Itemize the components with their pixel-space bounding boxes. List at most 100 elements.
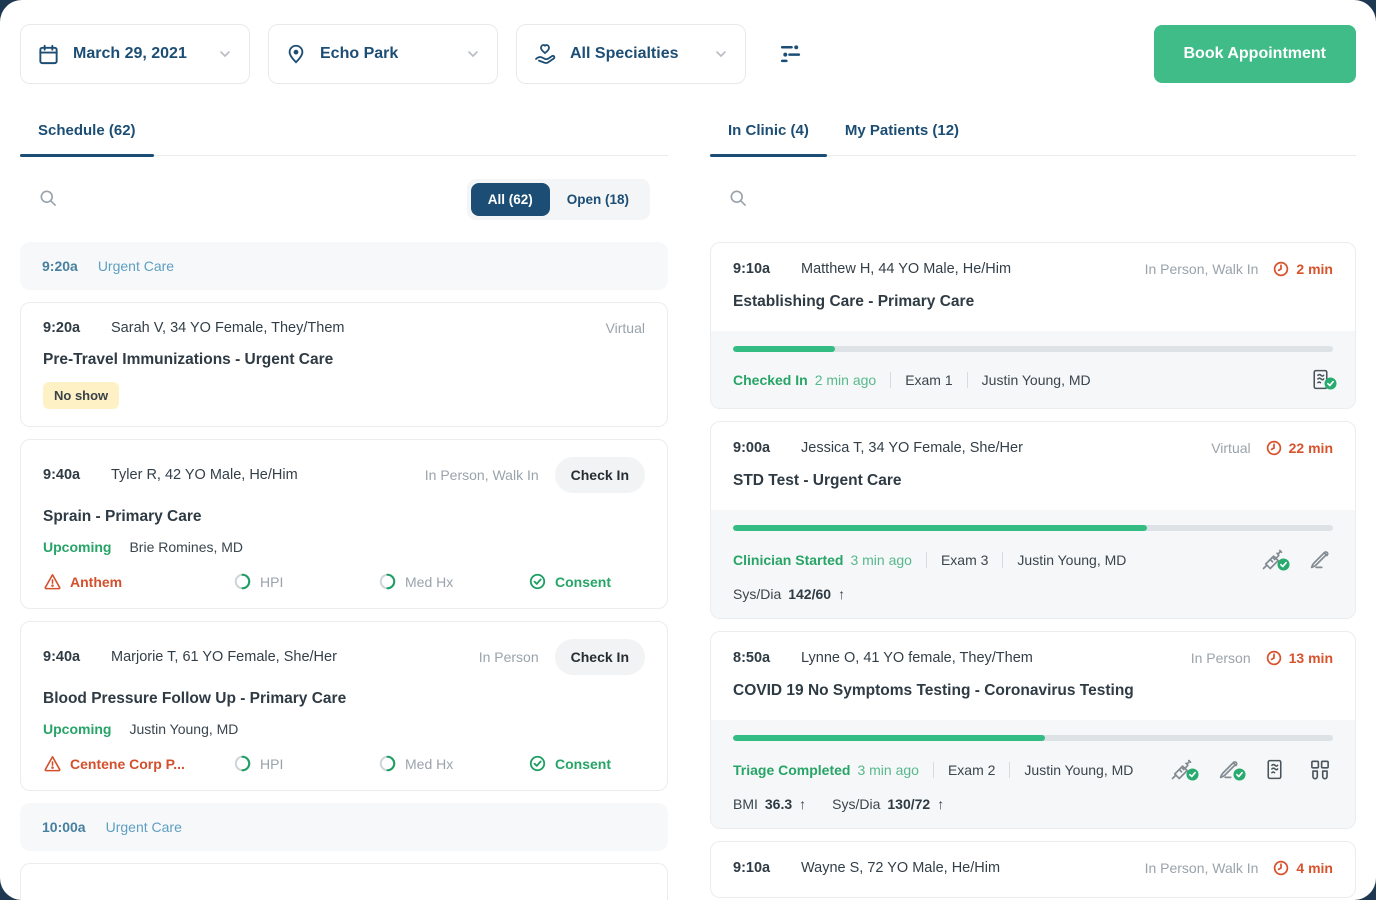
in-clinic-card-header: 9:10aWayne S, 72 YO Male, He/HimIn Perso… (711, 842, 1355, 897)
appointment-card[interactable]: 9:20aSarah V, 34 YO Female, They/ThemVir… (20, 302, 668, 427)
patient-name: Wayne S, 72 YO Male, He/Him (801, 860, 1000, 876)
section-time: 10:00a (42, 819, 86, 835)
checklist-item-label: Consent (555, 756, 611, 772)
checklist-item-label: HPI (260, 574, 283, 590)
vitals-row: Sys/Dia142/60↑ (733, 586, 1333, 602)
form-check-icon[interactable] (1308, 367, 1333, 392)
toggle-all[interactable]: All (62) (471, 183, 550, 216)
schedule-filter-toggle: All (62) Open (18) (467, 179, 650, 220)
section-service-link[interactable]: Urgent Care (98, 258, 174, 274)
specialty-picker[interactable]: All Specialties (516, 24, 746, 84)
in-clinic-card[interactable]: 8:50aLynne O, 41 YO female, They/ThemIn … (710, 631, 1356, 829)
appointment-card-header: 9:40aTyler R, 42 YO Male, He/HimIn Perso… (43, 457, 645, 493)
tab-schedule[interactable]: Schedule (62) (20, 112, 154, 155)
appointment-title: COVID 19 No Symptoms Testing - Coronavir… (733, 682, 1333, 700)
in-clinic-card[interactable]: 9:10aWayne S, 72 YO Male, He/HimIn Perso… (710, 841, 1356, 898)
syringe-check-icon[interactable] (1259, 546, 1286, 573)
vital-sys-dia: Sys/Dia130/72↑ (832, 796, 944, 812)
checklist-item-hpi: HPI (233, 754, 378, 773)
date-picker[interactable]: March 29, 2021 (20, 24, 250, 84)
pen-check-icon[interactable] (1215, 756, 1242, 783)
clock-icon (1272, 260, 1290, 278)
patient-name: Lynne O, 41 YO female, They/Them (801, 650, 1033, 666)
check-badge-icon (1277, 558, 1290, 576)
exam-room-label: Exam 1 (905, 372, 952, 388)
check-badge-icon (1233, 768, 1246, 786)
checklist-item-hpi: HPI (233, 572, 378, 591)
appointment-title: Pre-Travel Immunizations - Urgent Care (43, 351, 645, 369)
clinic-search-row (710, 156, 1356, 222)
search-button[interactable] (38, 188, 58, 211)
visit-mode-label: Virtual (1211, 440, 1250, 456)
check-in-button[interactable]: Check In (555, 457, 645, 493)
patient-name: Marjorie T, 61 YO Female, She/Her (111, 649, 337, 665)
location-picker-value: Echo Park (320, 45, 465, 63)
in-clinic-panel: In Clinic (4)My Patients (12) 9:10aMatth… (710, 112, 1356, 900)
checklist-item-label: HPI (260, 756, 283, 772)
appointment-title: STD Test - Urgent Care (733, 472, 1333, 490)
visit-status-row: Triage Completed3 min agoExam 2Justin Yo… (733, 756, 1333, 783)
vital-value: 130/72 (887, 796, 930, 812)
appointment-status-row: UpcomingJustin Young, MD (43, 721, 645, 737)
search-icon (38, 188, 58, 211)
divider (890, 372, 891, 388)
schedule-tabs: Schedule (62) (20, 112, 668, 156)
provider-name: Brie Romines, MD (129, 539, 243, 555)
intake-checklist: AnthemHPIMed HxConsent (43, 572, 645, 591)
in-clinic-card[interactable]: 9:00aJessica T, 34 YO Female, She/HerVir… (710, 421, 1356, 619)
visit-progress-fill (733, 735, 1045, 741)
vital-bmi: BMI36.3↑ (733, 796, 806, 812)
wait-time-value: 4 min (1296, 860, 1333, 876)
clock-icon (1265, 649, 1283, 667)
schedule-section-header: 10:00a Urgent Care (20, 803, 668, 851)
chevron-down-icon (465, 46, 481, 62)
check-in-button[interactable]: Check In (555, 639, 645, 675)
tab-in-clinic[interactable]: In Clinic (4) (710, 112, 827, 155)
appointment-time: 9:40a (43, 649, 111, 665)
divider (1009, 762, 1010, 778)
form-icon[interactable] (1262, 757, 1287, 782)
schedule-search-row: All (62) Open (18) (20, 156, 668, 222)
visit-mode-label: In Person (479, 649, 539, 665)
pen-icon[interactable] (1306, 546, 1333, 573)
visit-progress-bar (733, 525, 1333, 531)
order-icons (1308, 367, 1333, 392)
appointment-time: 9:10a (733, 261, 801, 277)
appointment-card-partial[interactable] (20, 863, 668, 900)
appointment-time: 9:10a (733, 860, 801, 876)
appointment-card[interactable]: 9:40aMarjorie T, 61 YO Female, She/Her In… (20, 621, 668, 791)
section-service-link[interactable]: Urgent Care (106, 819, 182, 835)
search-button[interactable] (728, 188, 748, 211)
checklist-item-consent: Consent (528, 754, 645, 773)
visit-mode-label: In Person, Walk In (1145, 261, 1259, 277)
location-picker[interactable]: Echo Park (268, 24, 498, 84)
provider-name: Justin Young, MD (982, 372, 1091, 388)
appointment-title: Sprain - Primary Care (43, 508, 645, 526)
specialty-hand-heart-icon (533, 42, 557, 66)
check-circle-icon (528, 572, 547, 591)
appointment-card[interactable]: 9:40aTyler R, 42 YO Male, He/HimIn Perso… (20, 439, 668, 609)
provider-name: Justin Young, MD (1017, 552, 1126, 568)
progress-ring-icon (378, 572, 397, 591)
tube-rack-icon[interactable] (1307, 757, 1333, 783)
appointment-title: Establishing Care - Primary Care (733, 293, 1333, 311)
check-circle-icon (528, 754, 547, 773)
syringe-check-icon[interactable] (1168, 756, 1195, 783)
wait-time: 2 min (1272, 260, 1333, 278)
patient-name: Sarah V, 34 YO Female, They/Them (111, 320, 344, 336)
in-clinic-card[interactable]: 9:10aMatthew H, 44 YO Male, He/Him In Per… (710, 242, 1356, 409)
toggle-open[interactable]: Open (18) (550, 183, 646, 216)
patient-name: Matthew H, 44 YO Male, He/Him (801, 261, 1011, 277)
visit-status-time: 3 min ago (850, 552, 911, 568)
status-label: Upcoming (43, 539, 111, 555)
appointment-title: Blood Pressure Follow Up - Primary Care (43, 690, 645, 708)
visit-status-label: Checked In (733, 372, 808, 388)
schedule-section-header: 9:20aUrgent Care (20, 242, 668, 290)
checklist-item-centene-corp-p-: Centene Corp P... (43, 754, 233, 773)
book-appointment-button[interactable]: Book Appointment (1154, 25, 1357, 83)
location-pin-icon (285, 43, 307, 65)
visit-progress-fill (733, 525, 1147, 531)
tab-my-patients[interactable]: My Patients (12) (827, 112, 977, 155)
visit-mode-label: In Person (1191, 650, 1251, 666)
filters-button[interactable] (778, 40, 803, 68)
